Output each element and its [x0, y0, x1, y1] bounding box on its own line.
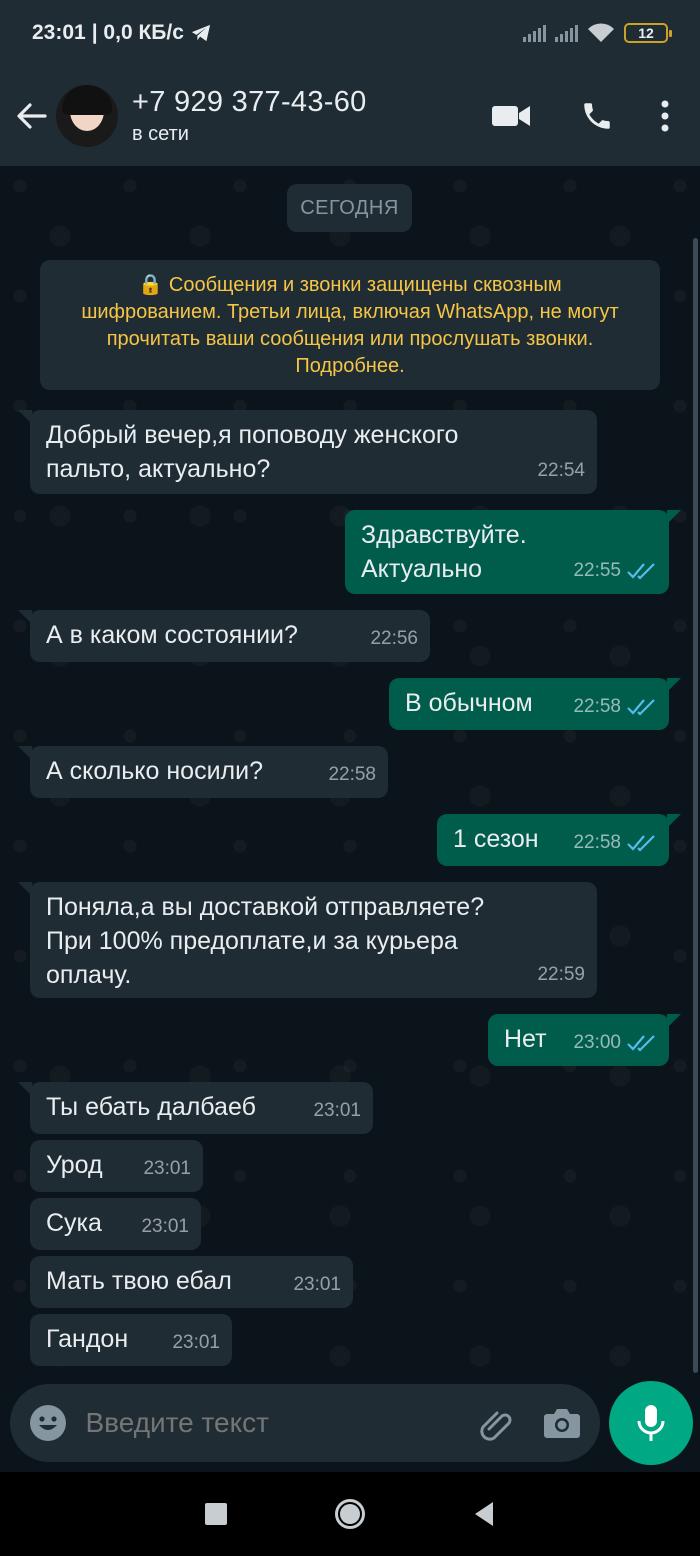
double-check-icon	[627, 563, 655, 580]
contact-name: +7 929 377-43-60	[132, 86, 367, 118]
emoji-icon	[29, 1405, 66, 1441]
status-time: 23:01	[32, 21, 86, 44]
message-outgoing[interactable]: 1 сезон 22:58	[437, 814, 681, 866]
message-incoming[interactable]: Ты ебать далбаеб 23:01	[18, 1082, 373, 1134]
message-time: 23:00	[573, 1032, 621, 1053]
microphone-icon	[637, 1405, 665, 1441]
phone-icon	[584, 103, 610, 129]
voice-call-button[interactable]	[554, 66, 640, 166]
message-time: 22:54	[537, 460, 585, 481]
telegram-icon	[191, 24, 210, 42]
camera-button[interactable]	[543, 1403, 583, 1443]
message-incoming[interactable]: Поняла,а вы доставкой отправляете? При 1…	[18, 882, 597, 998]
double-check-icon	[627, 1035, 655, 1052]
message-text: А в каком состоянии?	[46, 621, 298, 649]
date-separator: СЕГОДНЯ	[287, 184, 412, 232]
message-outgoing[interactable]: Здравствуйте. Актуально 22:55	[345, 510, 681, 594]
video-call-button[interactable]	[468, 66, 554, 166]
scrollbar[interactable]	[693, 238, 698, 1373]
arrow-left-icon	[17, 103, 47, 129]
message-incoming[interactable]: Мать твою ебал 23:01	[30, 1256, 353, 1308]
message-text: Добрый вечер,я поповоду женского пальто,…	[46, 421, 459, 483]
message-time: 22:58	[573, 832, 621, 853]
message-time: 23:01	[172, 1332, 220, 1353]
wifi-icon	[588, 23, 614, 42]
message-time: 22:56	[370, 628, 418, 649]
home-button[interactable]	[335, 1499, 365, 1529]
message-incoming[interactable]: А сколько носили? 22:58	[18, 746, 388, 798]
message-time: 23:01	[141, 1216, 189, 1237]
double-check-icon	[627, 699, 655, 716]
contact-info[interactable]: +7 929 377-43-60 в сети	[132, 86, 367, 146]
message-incoming[interactable]: Сука 23:01	[30, 1198, 201, 1250]
status-left: 23:01 | 0,0 КБ/с	[32, 21, 212, 45]
voice-message-button[interactable]	[609, 1381, 693, 1465]
encryption-notice[interactable]: 🔒 Сообщения и звонки защищены сквозным ш…	[40, 260, 660, 390]
message-incoming[interactable]: Гандон 23:01	[30, 1314, 232, 1366]
status-bar: 23:01 | 0,0 КБ/с 12	[0, 0, 700, 66]
network-speed: | 0,0 КБ/с	[91, 21, 184, 44]
message-time: 22:58	[328, 764, 376, 785]
contact-status: в сети	[132, 123, 189, 145]
avatar[interactable]	[56, 85, 118, 147]
message-time: 23:01	[293, 1274, 341, 1295]
message-input[interactable]	[85, 1407, 447, 1439]
message-text: Ты ебать далбаеб	[46, 1093, 256, 1121]
message-text: Поняла,а вы доставкой отправляете? При 1…	[46, 893, 485, 989]
more-options-button[interactable]	[640, 66, 690, 166]
status-right: 12	[523, 22, 672, 44]
message-text: А сколько носили?	[46, 757, 264, 785]
video-camera-icon	[492, 106, 530, 126]
system-navigation-bar	[0, 1472, 700, 1556]
message-outgoing[interactable]: Нет 23:00	[488, 1014, 681, 1066]
recents-button[interactable]	[205, 1503, 227, 1525]
battery-level: 12	[638, 25, 654, 41]
camera-icon	[544, 1409, 581, 1438]
message-incoming[interactable]: Урод 23:01	[30, 1140, 203, 1192]
message-incoming[interactable]: А в каком состоянии? 22:56	[18, 610, 430, 662]
header-actions	[468, 66, 700, 166]
message-time: 23:01	[313, 1100, 361, 1121]
paperclip-icon	[479, 1411, 511, 1441]
message-composer	[10, 1384, 600, 1462]
back-nav-icon[interactable]	[473, 1501, 495, 1527]
message-time: 22:59	[537, 964, 585, 985]
message-time: 23:01	[143, 1158, 191, 1179]
message-time: 22:55	[573, 560, 621, 581]
battery-icon: 12	[624, 23, 672, 43]
attach-button[interactable]	[475, 1403, 515, 1443]
signal-icon-2	[555, 24, 578, 42]
double-check-icon	[627, 835, 655, 852]
emoji-button[interactable]	[28, 1403, 68, 1443]
message-incoming[interactable]: Добрый вечер,я поповоду женского пальто,…	[18, 410, 597, 494]
message-time: 22:58	[573, 696, 621, 717]
signal-icon	[523, 24, 546, 42]
message-outgoing[interactable]: В обычном 22:58	[389, 678, 681, 730]
back-button[interactable]	[6, 66, 56, 166]
kebab-menu-icon	[661, 100, 669, 132]
chat-header: +7 929 377-43-60 в сети	[0, 66, 700, 166]
